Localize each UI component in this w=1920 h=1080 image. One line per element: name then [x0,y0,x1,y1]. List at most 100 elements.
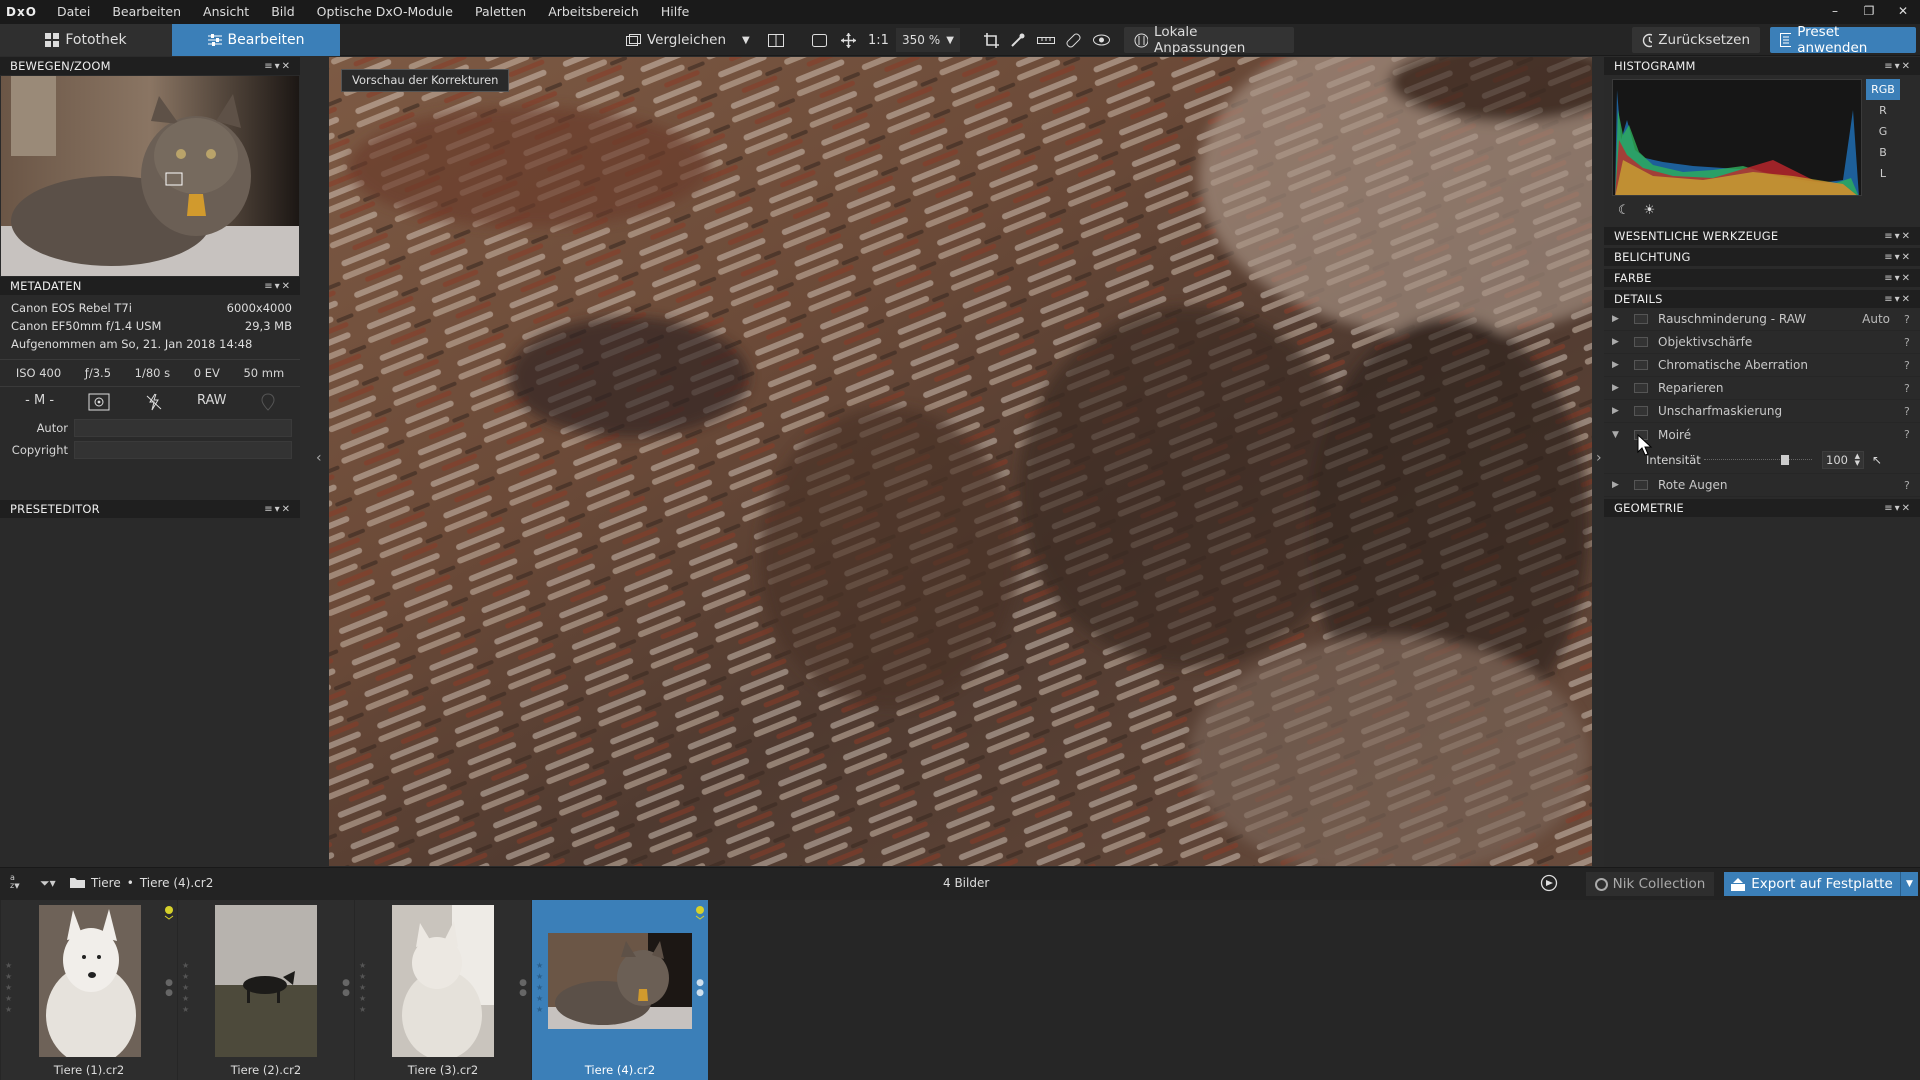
expand-arrow-icon[interactable]: ▶ [1612,360,1626,370]
panel-menu-close-icon[interactable]: ≡▾✕ [1884,61,1912,72]
intensity-spinbox[interactable]: 100 ▲ ▼ [1822,450,1864,469]
panel-menu-close-icon[interactable]: ≡▾✕ [1884,252,1912,263]
rating-stars[interactable]: ★ ★ ★ ★ ★ [359,960,366,1015]
collapse-left-panel-icon[interactable]: ‹ [316,450,322,466]
close-window-button[interactable]: ✕ [1886,0,1920,24]
essential-tools-header[interactable]: WESENTLICHE WERKZEUGE ≡▾✕ [1604,227,1920,245]
panel-menu-close-icon[interactable]: ≡▾✕ [264,61,292,72]
preseteditor-header[interactable]: PRESETEDITOR ≡▾✕ [0,500,300,518]
histogram-header[interactable]: HISTOGRAMM ≡▾✕ [1604,57,1920,75]
repair-button[interactable] [1066,28,1081,52]
chevron-down-icon[interactable]: ▼ [742,35,750,46]
minimize-button[interactable]: – [1818,0,1852,24]
help-icon[interactable]: ? [1904,382,1920,395]
breadcrumb-root[interactable]: Tiere [91,876,121,890]
exposure-header[interactable]: BELICHTUNG ≡▾✕ [1604,248,1920,266]
enable-checkbox[interactable] [1634,406,1648,416]
local-adjustments-button[interactable]: Lokale Anpassungen [1124,24,1294,56]
breadcrumb-file[interactable]: Tiere (4).cr2 [140,876,214,890]
export-dropdown-chevron-icon[interactable]: ▼ [1900,872,1918,896]
panel-menu-close-icon[interactable]: ≡▾✕ [264,504,292,515]
menu-bild[interactable]: Bild [260,0,305,24]
nik-collection-button[interactable]: Nik Collection [1586,872,1714,896]
menu-paletten[interactable]: Paletten [464,0,537,24]
image-viewer[interactable]: Vorschau der Korrekturen [329,57,1592,866]
apply-preset-button[interactable]: Preset anwenden [1770,24,1916,56]
export-button[interactable]: Export auf Festplatte [1724,872,1900,896]
crop-button[interactable] [984,28,999,52]
channel-l[interactable]: L [1866,163,1900,184]
collapse-right-panel-icon[interactable]: › [1596,450,1602,466]
shadow-clipping-moon-icon[interactable]: ☾ [1618,203,1630,218]
preview-corrections-label[interactable]: Vorschau der Korrekturen [341,69,510,92]
help-icon[interactable]: ? [1904,359,1920,372]
expand-arrow-icon[interactable]: ▶ [1612,337,1626,347]
help-icon[interactable]: ? [1904,428,1920,441]
detail-noise-reduction[interactable]: ▶ Rauschminderung - RAW Auto ? [1604,308,1920,331]
reset-pin-icon[interactable]: ↖ [1872,453,1882,467]
copyright-field[interactable] [74,441,292,459]
enable-checkbox[interactable] [1634,480,1648,490]
red-eye-button[interactable] [1093,28,1110,52]
geometry-header[interactable]: GEOMETRIE ≡▾✕ [1604,499,1920,517]
tab-bearbeiten[interactable]: Bearbeiten [172,24,340,56]
detail-repair[interactable]: ▶ Reparieren ? [1604,377,1920,400]
split-view-button[interactable] [768,28,784,52]
sort-button[interactable]: a z▼ [10,874,20,891]
eyedropper-button[interactable] [1010,28,1025,52]
fit-screen-button[interactable] [812,28,827,52]
panel-menu-close-icon[interactable]: ≡▾✕ [1884,294,1912,305]
detail-chromatic-aberration[interactable]: ▶ Chromatische Aberration ? [1604,354,1920,377]
thumbnail-tiere-1[interactable]: ★ ★ ★ ★ ★ ● ● Tiere (1).cr2 [1,900,177,1080]
menu-arbeitsbereich[interactable]: Arbeitsbereich [537,0,650,24]
detail-red-eye[interactable]: ▶ Rote Augen ? [1604,474,1920,497]
panel-menu-close-icon[interactable]: ≡▾✕ [1884,503,1912,514]
restore-button[interactable]: ❐ [1852,0,1886,24]
zoom-1to1-button[interactable]: 1:1 [868,28,889,52]
thumbnail-tiere-2[interactable]: ★ ★ ★ ★ ★ ● ● Tiere (2).cr2 [178,900,354,1080]
move-button[interactable] [841,28,856,52]
menu-hilfe[interactable]: Hilfe [650,0,700,24]
rating-stars[interactable]: ★ ★ ★ ★ ★ [5,960,12,1015]
menu-optische-module[interactable]: Optische DxO-Module [306,0,464,24]
detail-lens-sharpness[interactable]: ▶ Objektivschärfe ? [1604,331,1920,354]
enable-checkbox[interactable] [1634,337,1648,347]
highlight-clipping-sun-icon[interactable]: ☀ [1644,203,1656,218]
spinner-arrows-icon[interactable]: ▲ ▼ [1855,452,1860,467]
compare-button[interactable]: Vergleichen ▼ [626,28,750,52]
filter-icon[interactable]: ⏷▾ [40,876,56,891]
menu-datei[interactable]: Datei [46,0,101,24]
thumbnail-tiere-4[interactable]: ★ ★ ★ ★ ★ ● ● Tiere (4).cr2 [532,900,708,1080]
panel-menu-close-icon[interactable]: ≡▾✕ [264,281,292,292]
tab-fotothek[interactable]: Fotothek [0,24,172,56]
help-icon[interactable]: ? [1904,313,1920,326]
expand-arrow-icon[interactable]: ▶ [1612,383,1626,393]
author-field[interactable] [74,419,292,437]
details-header[interactable]: DETAILS ≡▾✕ [1604,290,1920,308]
help-icon[interactable]: ? [1904,405,1920,418]
navigator-thumbnail[interactable] [1,76,299,276]
open-with-button[interactable] [1540,874,1558,895]
metadata-header[interactable]: METADATEN ≡▾✕ [0,277,300,295]
expand-arrow-icon[interactable]: ▶ [1612,406,1626,416]
collapse-arrow-icon[interactable]: ▼ [1612,430,1626,440]
help-icon[interactable]: ? [1904,336,1920,349]
zoom-select[interactable]: 350 % ▼ [896,28,960,52]
menu-ansicht[interactable]: Ansicht [192,0,260,24]
thumbnail-tiere-3[interactable]: ★ ★ ★ ★ ★ ● ● Tiere (3).cr2 [355,900,531,1080]
horizon-button[interactable] [1037,28,1055,52]
panel-menu-close-icon[interactable]: ≡▾✕ [1884,231,1912,242]
color-header[interactable]: FARBE ≡▾✕ [1604,269,1920,287]
channel-r[interactable]: R [1866,100,1900,121]
enable-checkbox[interactable] [1634,383,1648,393]
rating-stars[interactable]: ★ ★ ★ ★ ★ [182,960,189,1015]
channel-b[interactable]: B [1866,142,1900,163]
panel-menu-close-icon[interactable]: ≡▾✕ [1884,273,1912,284]
channel-rgb[interactable]: RGB [1866,79,1900,100]
reset-button[interactable]: Zurücksetzen [1632,27,1760,53]
move-zoom-header[interactable]: BEWEGEN/ZOOM ≡▾✕ [0,57,300,75]
menu-bearbeiten[interactable]: Bearbeiten [101,0,192,24]
detail-unsharp-mask[interactable]: ▶ Unscharfmaskierung ? [1604,400,1920,423]
enable-checkbox[interactable] [1634,360,1648,370]
channel-g[interactable]: G [1866,121,1900,142]
